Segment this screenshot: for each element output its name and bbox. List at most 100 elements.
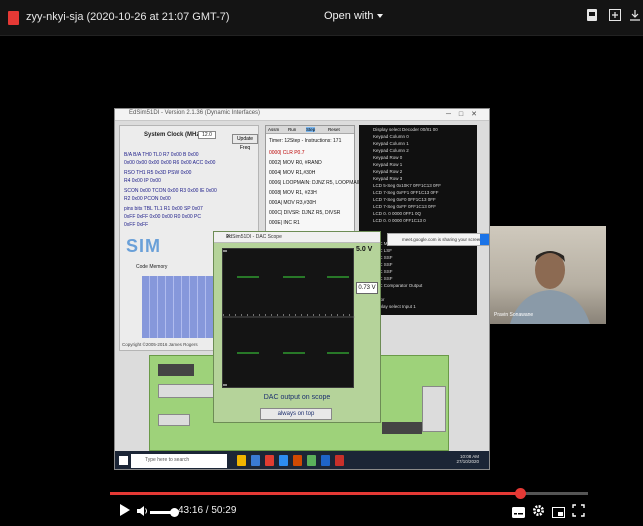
stop-sharing-button[interactable] xyxy=(480,234,489,245)
app-icon[interactable] xyxy=(293,455,302,466)
cmd-line: Display select Decoder 00/81 00 xyxy=(373,127,438,132)
edsim-title-bar: EdSim51DI - Version 2.1.36 (Dynamic Inte… xyxy=(115,109,489,121)
cmd-line: LCD 0. 0 0000 0FF1 0Q xyxy=(373,211,422,216)
settings-icon[interactable] xyxy=(532,504,545,522)
register-row: B/A B/A TH0 TL0 R7 0x00 B 0x00 xyxy=(124,152,199,158)
window-controls: ─□✕ xyxy=(445,111,485,118)
taskbar-search-placeholder: Type here to search xyxy=(145,457,190,463)
webcam-tile: Pravin Sonawane xyxy=(490,226,606,324)
register-row: SCON 0x00 TCON 0x00 R3 0x00 IE 0x00 xyxy=(124,188,217,194)
viewer-top-bar: zyy-nkyi-sja (2020-10-26 at 21:07 GMT-7)… xyxy=(0,0,643,36)
screen-share-notice: meet.google.com is sharing your screen. xyxy=(387,233,489,246)
cmd-line: LCD 7-Seg 0xFF1 0FF1C13 0FF xyxy=(373,190,439,195)
progress-handle[interactable] xyxy=(514,488,526,499)
dac-scope-window: EdSim51DI - DAC Scope ✕ 5.0 V 0.73 V DAC… xyxy=(213,231,381,423)
video-frame[interactable]: EdSim51DI - Version 2.1.36 (Dynamic Inte… xyxy=(14,46,622,482)
code-line: 0006| LOOPMAIN: DJNZ R5, LOOPMAIN xyxy=(269,180,362,186)
taskbar-clock: 10:08 AM 27/10/2020 xyxy=(456,454,479,464)
register-row: 0x00 0x00 0x00 0x00 R6 0x00 ACC 0x00 xyxy=(124,160,216,166)
scope-caption: DAC output on scope xyxy=(263,394,331,401)
open-with-button[interactable]: Open with xyxy=(324,10,383,22)
volume-slider[interactable] xyxy=(150,511,172,514)
close-icon[interactable]: ✕ xyxy=(226,233,376,240)
tab-reset[interactable]: Reset xyxy=(328,127,340,132)
subtitles-icon[interactable] xyxy=(512,505,525,523)
download-icon[interactable] xyxy=(627,9,643,25)
cmd-line: Keypad Row 1 xyxy=(373,162,403,167)
file-title: zyy-nkyi-sja (2020-10-26 at 21:07 GMT-7) xyxy=(26,11,230,23)
system-clock-label: System Clock (MHz) xyxy=(144,132,202,138)
app-icon[interactable] xyxy=(307,455,316,466)
taskbar-date: 27/10/2020 xyxy=(456,459,479,464)
adc-box[interactable] xyxy=(158,414,190,426)
switch-bank[interactable] xyxy=(158,384,218,398)
share-text: meet.google.com is sharing your screen. xyxy=(402,237,484,242)
windows-taskbar: Type here to search 10:08 AM 27/10/2020 xyxy=(115,451,489,469)
code-line: 0000| CLR P0.7 xyxy=(269,150,305,156)
chrome-icon[interactable] xyxy=(265,455,274,466)
shared-screen: EdSim51DI - Version 2.1.36 (Dynamic Inte… xyxy=(114,108,490,470)
cmd-line: Keypad Row 0 xyxy=(373,155,403,160)
cmd-line: Keypad Column 1 xyxy=(373,141,409,146)
edge-icon[interactable] xyxy=(251,455,260,466)
explorer-icon[interactable] xyxy=(237,455,246,466)
code-line: 0002| MOV R0, #RAND xyxy=(269,160,322,166)
time-display: 43:16 / 50:29 xyxy=(178,505,237,516)
tab-assm[interactable]: Assm xyxy=(268,127,279,132)
cmd-line: LCD 7-Seg 0xF0 0FF1C13 0FF xyxy=(373,197,436,202)
volume-icon[interactable] xyxy=(136,504,148,522)
assembly-code-panel[interactable]: Assm Run Step Reset Timer: 12Step - Inst… xyxy=(265,125,362,237)
register-row: 0xFF 0xFF 0x00 0x00 R0 0x00 PC xyxy=(124,214,201,220)
scope-voltage-max: 5.0 V xyxy=(356,246,373,253)
register-row: R4 0x00 IP 0x00 xyxy=(124,178,161,184)
app-icon[interactable] xyxy=(335,455,344,466)
motor-box xyxy=(422,386,446,432)
fullscreen-icon[interactable] xyxy=(572,504,585,522)
code-line: Timer: 12Step - Instructions: 171 xyxy=(269,138,342,144)
cmd-line: LCD 0. 0 0000 0FF1C13 0 xyxy=(373,218,426,223)
code-line: 0008| MOV R1, #23H xyxy=(269,190,317,196)
scope-title-bar: EdSim51DI - DAC Scope ✕ xyxy=(214,232,380,243)
code-line: 000C| DIVSR: DJNZ R5, DIVSR xyxy=(269,210,341,216)
cmd-line: LCD 5-Seg 0x10K7 0FF1C13 0FF xyxy=(373,183,442,188)
taskbar-search[interactable]: Type here to search xyxy=(131,454,227,468)
add-to-drive-icon[interactable] xyxy=(607,9,623,25)
cmd-line: LCD 7-Seg 0xFF 0FF1C13 0FF xyxy=(373,204,437,209)
cmd-line: Keypad Row 2 xyxy=(373,169,403,174)
play-icon[interactable] xyxy=(119,503,131,522)
update-freq-button[interactable]: Update Freq xyxy=(232,134,258,151)
sim-logo: SIM xyxy=(126,236,162,256)
always-on-top-toggle[interactable]: always on top xyxy=(260,408,332,420)
register-row: 0xFF 0xFF xyxy=(124,222,149,228)
code-line: 000A| MOV R3,#30H xyxy=(269,200,316,206)
caret-down-icon xyxy=(376,14,383,19)
windows-start-icon[interactable] xyxy=(119,456,128,465)
cmd-line: Keypad Column 0 xyxy=(373,134,409,139)
cmd-line: Keypad Column 2 xyxy=(373,148,409,153)
progress-fill xyxy=(110,492,520,495)
seven-seg-display xyxy=(158,364,194,376)
tab-step[interactable]: Step xyxy=(306,127,316,132)
participant-name: Pravin Sonawane xyxy=(494,312,534,318)
code-line: 0004| MOV R1,#30H xyxy=(269,170,316,176)
register-row: RSO TH1 R5 0x3D PSW 0x00 xyxy=(124,170,192,176)
print-icon[interactable] xyxy=(584,9,600,25)
copyright-text: Copyright ©2005-2016 James Rogers xyxy=(122,342,198,347)
file-icon xyxy=(8,11,19,25)
code-line: 000E| INC R1 xyxy=(269,220,300,226)
register-row: pins bits TBL TL1 R1 0x00 SP 0x07 xyxy=(124,206,203,212)
miniplayer-icon[interactable] xyxy=(552,505,565,523)
lcd-block xyxy=(382,422,422,434)
code-memory-label: Code Memory xyxy=(136,264,168,270)
progress-bar[interactable] xyxy=(110,488,588,499)
register-row: R2 0x00 PCON 0x00 xyxy=(124,196,171,202)
drive-video-viewer: zyy-nkyi-sja (2020-10-26 at 21:07 GMT-7)… xyxy=(0,0,643,526)
app-icon[interactable] xyxy=(321,455,330,466)
cmd-line: Keypad Row 3 xyxy=(373,176,403,181)
tab-run[interactable]: Run xyxy=(288,127,296,132)
scope-voltage-reading: 0.73 V xyxy=(356,282,378,294)
scope-display xyxy=(222,248,355,388)
app-icon[interactable] xyxy=(279,455,288,466)
system-clock-input[interactable]: 12.0 xyxy=(198,131,216,139)
open-with-label: Open with xyxy=(324,10,374,22)
